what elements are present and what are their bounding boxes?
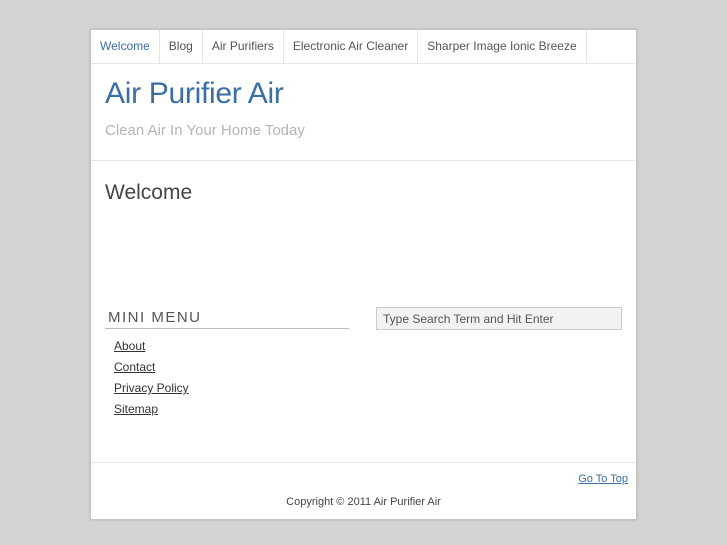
top-nav: Welcome Blog Air Purifiers Electronic Ai… bbox=[91, 30, 636, 64]
mini-menu-item: Privacy Policy bbox=[114, 377, 349, 398]
mini-menu-item: Sitemap bbox=[114, 398, 349, 419]
nav-item-welcome[interactable]: Welcome bbox=[91, 30, 160, 63]
site-header: Air Purifier Air Clean Air In Your Home … bbox=[91, 64, 636, 161]
link-about[interactable]: About bbox=[114, 339, 145, 353]
mini-menu-title: MINI MENU bbox=[105, 309, 349, 329]
nav-item-electronic-air-cleaner[interactable]: Electronic Air Cleaner bbox=[284, 30, 419, 63]
search-input[interactable] bbox=[376, 307, 622, 330]
nav-item-air-purifiers[interactable]: Air Purifiers bbox=[203, 30, 284, 63]
link-sitemap[interactable]: Sitemap bbox=[114, 402, 158, 416]
nav-item-blog[interactable]: Blog bbox=[160, 30, 203, 63]
link-privacy-policy[interactable]: Privacy Policy bbox=[114, 381, 189, 395]
mini-menu-list: About Contact Privacy Policy Sitemap bbox=[105, 335, 349, 419]
site-tagline: Clean Air In Your Home Today bbox=[105, 122, 305, 139]
nav-item-sharper-image-ionic-breeze[interactable]: Sharper Image Ionic Breeze bbox=[418, 30, 587, 63]
mini-menu-item: About bbox=[114, 335, 349, 356]
page-container: Welcome Blog Air Purifiers Electronic Ai… bbox=[90, 29, 637, 520]
site-title[interactable]: Air Purifier Air bbox=[105, 77, 284, 111]
copyright-text: Copyright © 2011 Air Purifier Air bbox=[286, 496, 441, 508]
link-contact[interactable]: Contact bbox=[114, 360, 155, 374]
mini-menu-item: Contact bbox=[114, 356, 349, 377]
site-footer: Go To Top Copyright © 2011 Air Purifier … bbox=[91, 462, 636, 519]
mini-menu: MINI MENU About Contact Privacy Policy S… bbox=[105, 309, 349, 419]
go-to-top-link[interactable]: Go To Top bbox=[578, 473, 628, 485]
page-title: Welcome bbox=[105, 181, 193, 204]
